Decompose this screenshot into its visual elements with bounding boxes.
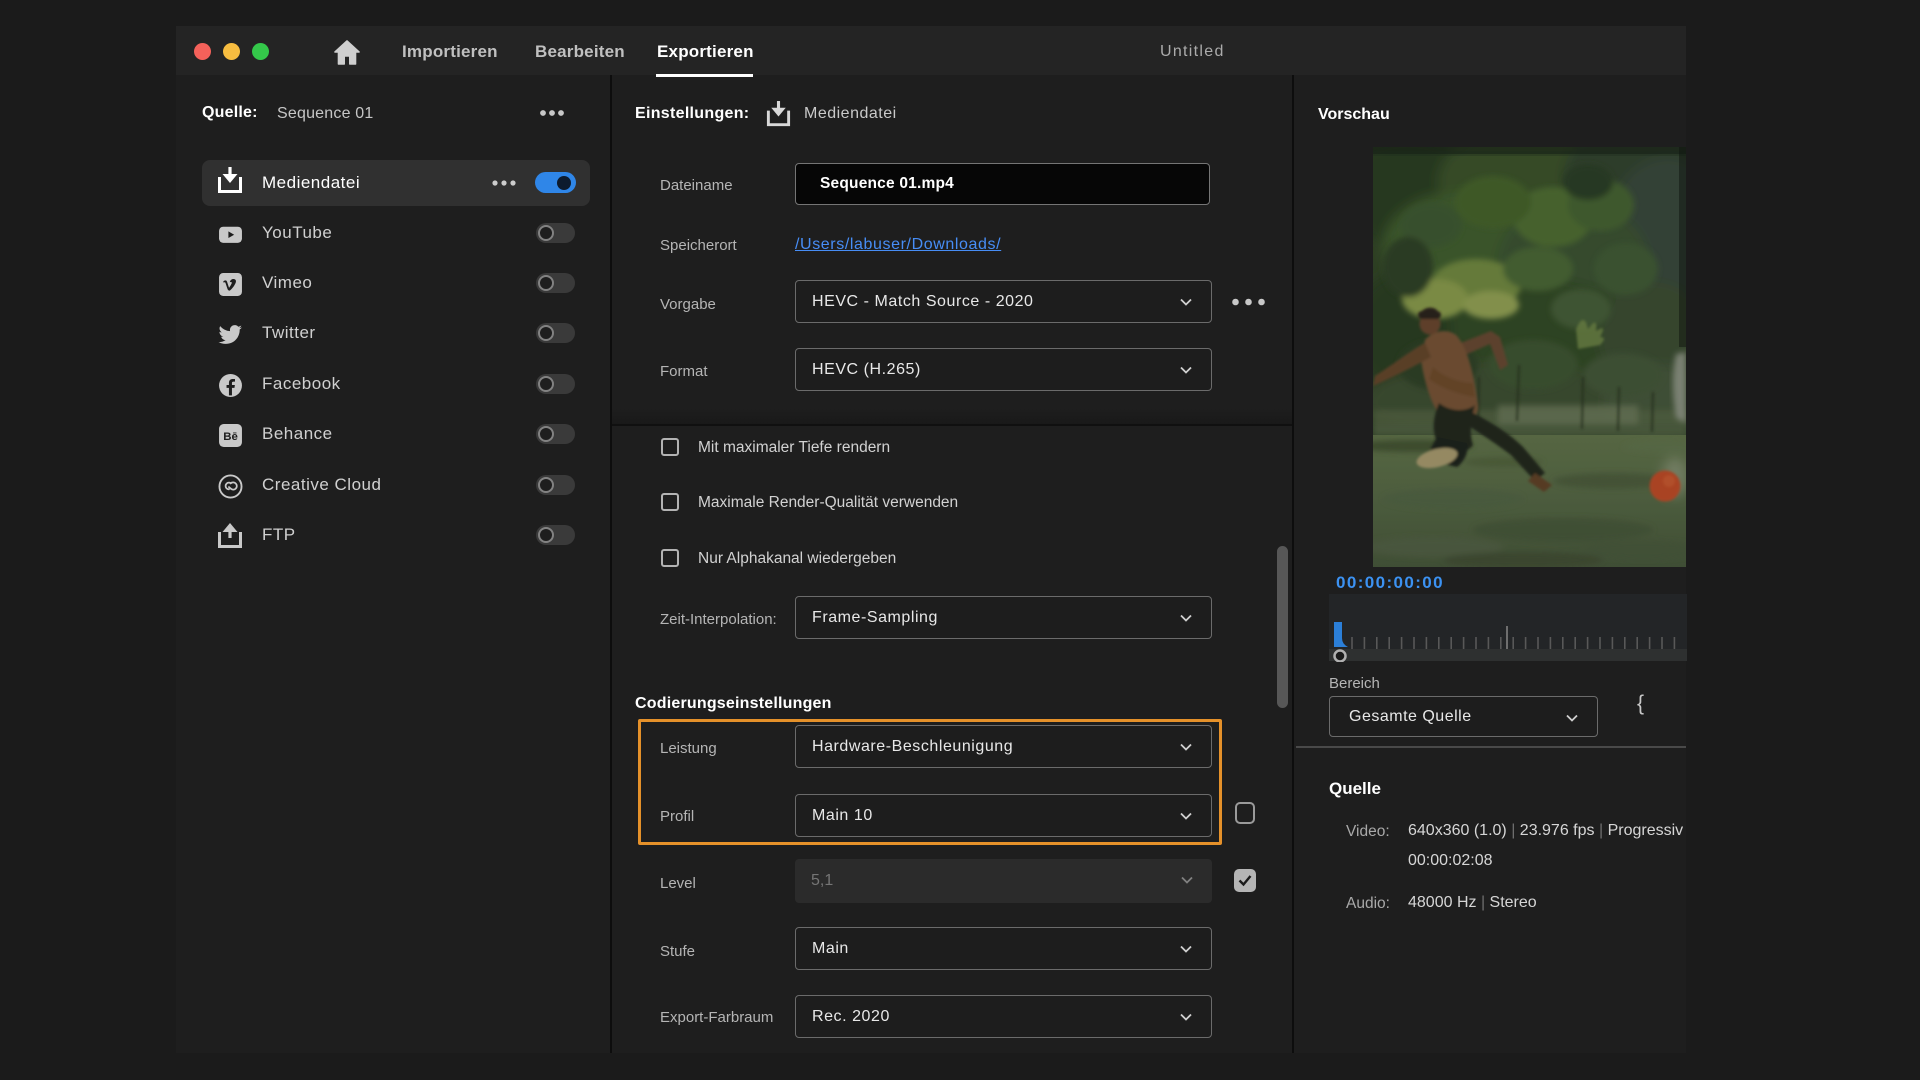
svg-text:Bē: Bē	[223, 431, 238, 443]
